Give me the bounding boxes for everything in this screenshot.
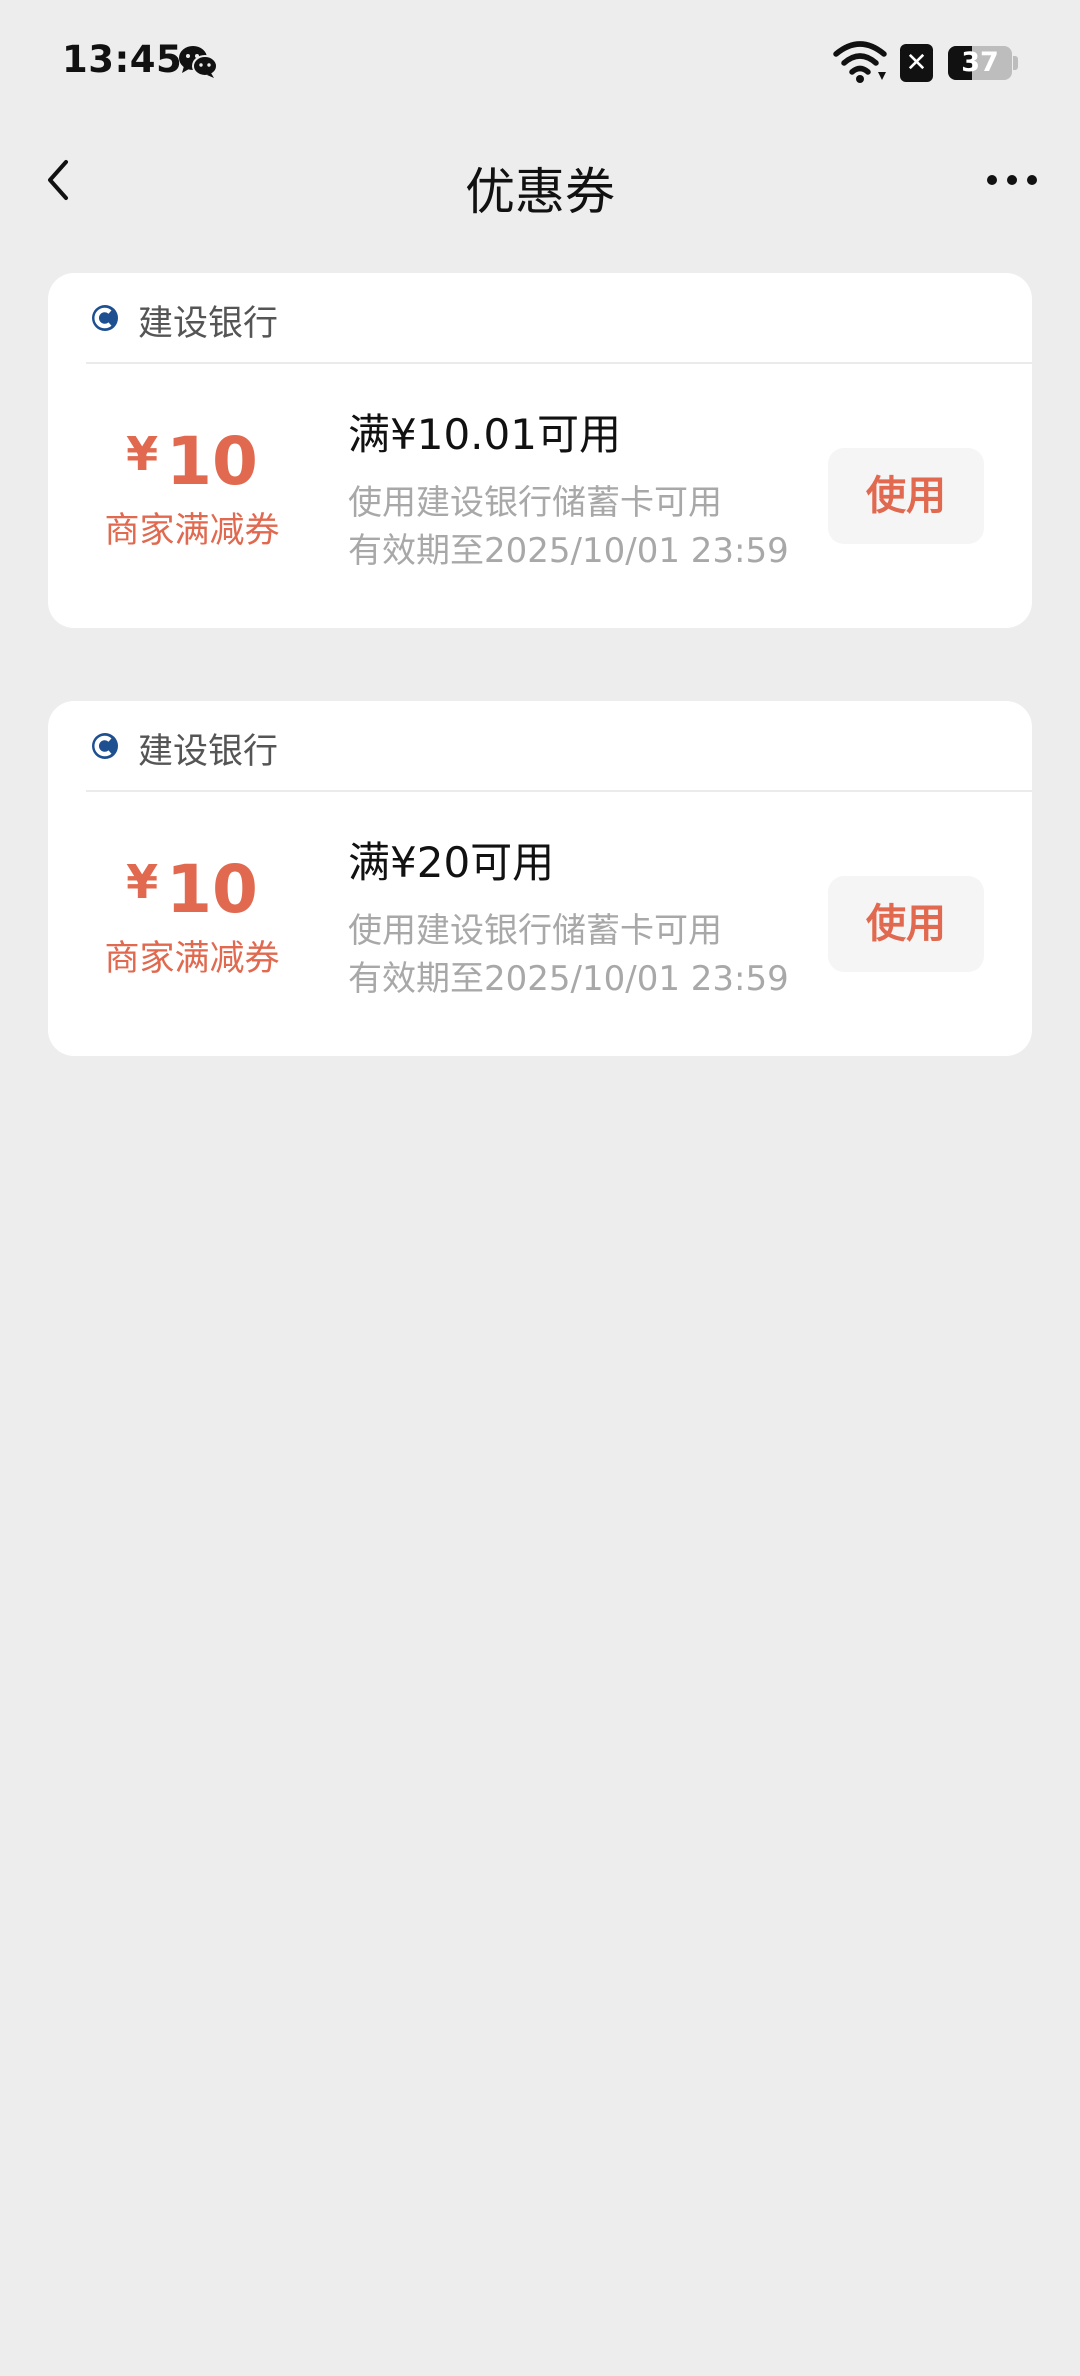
bank-name: 建设银行 xyxy=(138,304,279,344)
coupon-expiry: 有效期至2025/10/01 23:59 xyxy=(348,531,789,571)
battery-icon: 37 xyxy=(948,46,1012,80)
coupon-card[interactable]: 建设银行 ¥10 商家满减券 满¥20可用 使用建设银行储蓄卡可用 有效期至20… xyxy=(48,701,1032,1056)
coupon-condition: 满¥20可用 xyxy=(348,838,555,887)
currency-symbol: ¥ xyxy=(126,427,159,481)
coupon-info: 满¥20可用 使用建设银行储蓄卡可用 有效期至2025/10/01 23:59 xyxy=(348,837,828,1003)
ccb-logo-icon xyxy=(92,733,118,759)
wechat-icon xyxy=(179,46,218,78)
battery-level-text: 37 xyxy=(961,47,999,78)
coupon-amount-block: ¥10 商家满减券 xyxy=(48,851,336,981)
use-coupon-button[interactable]: 使用 xyxy=(828,876,984,972)
more-dots-icon xyxy=(987,175,1037,185)
coupon-type: 商家满减券 xyxy=(104,939,280,979)
ccb-logo-icon xyxy=(92,305,118,331)
coupon-condition: 满¥10.01可用 xyxy=(348,410,621,459)
coupon-type: 商家满减券 xyxy=(104,511,280,551)
battery-tip xyxy=(1013,56,1018,70)
coupon-amount: ¥10 xyxy=(48,851,336,928)
more-button[interactable] xyxy=(976,148,1048,212)
coupon-card[interactable]: 建设银行 ¥10 商家满减券 满¥10.01可用 使用建设银行储蓄卡可用 有效期… xyxy=(48,273,1032,628)
coupon-amount: ¥10 xyxy=(48,423,336,500)
coupon-card-header: 建设银行 xyxy=(48,701,1032,790)
bank-name: 建设银行 xyxy=(138,732,279,772)
sim-x-icon: ✕ xyxy=(900,44,933,82)
status-bar: 13:45 ✕ 37 xyxy=(0,0,1080,126)
use-coupon-button[interactable]: 使用 xyxy=(828,448,984,544)
nav-bar: 优惠券 xyxy=(0,126,1080,234)
coupon-expiry: 有效期至2025/10/01 23:59 xyxy=(348,959,789,999)
amount-value: 10 xyxy=(166,851,258,928)
coupon-description: 使用建设银行储蓄卡可用 xyxy=(348,911,722,951)
card-divider xyxy=(86,790,1032,792)
coupon-info: 满¥10.01可用 使用建设银行储蓄卡可用 有效期至2025/10/01 23:… xyxy=(348,409,828,575)
coupon-amount-block: ¥10 商家满减券 xyxy=(48,423,336,553)
card-divider xyxy=(86,362,1032,364)
amount-value: 10 xyxy=(166,423,258,500)
page-title: 优惠券 xyxy=(465,163,615,221)
status-time: 13:45 xyxy=(62,38,183,81)
wifi-icon xyxy=(833,41,887,83)
coupon-description: 使用建设银行储蓄卡可用 xyxy=(348,483,722,523)
coupon-card-header: 建设银行 xyxy=(48,273,1032,362)
currency-symbol: ¥ xyxy=(126,855,159,909)
